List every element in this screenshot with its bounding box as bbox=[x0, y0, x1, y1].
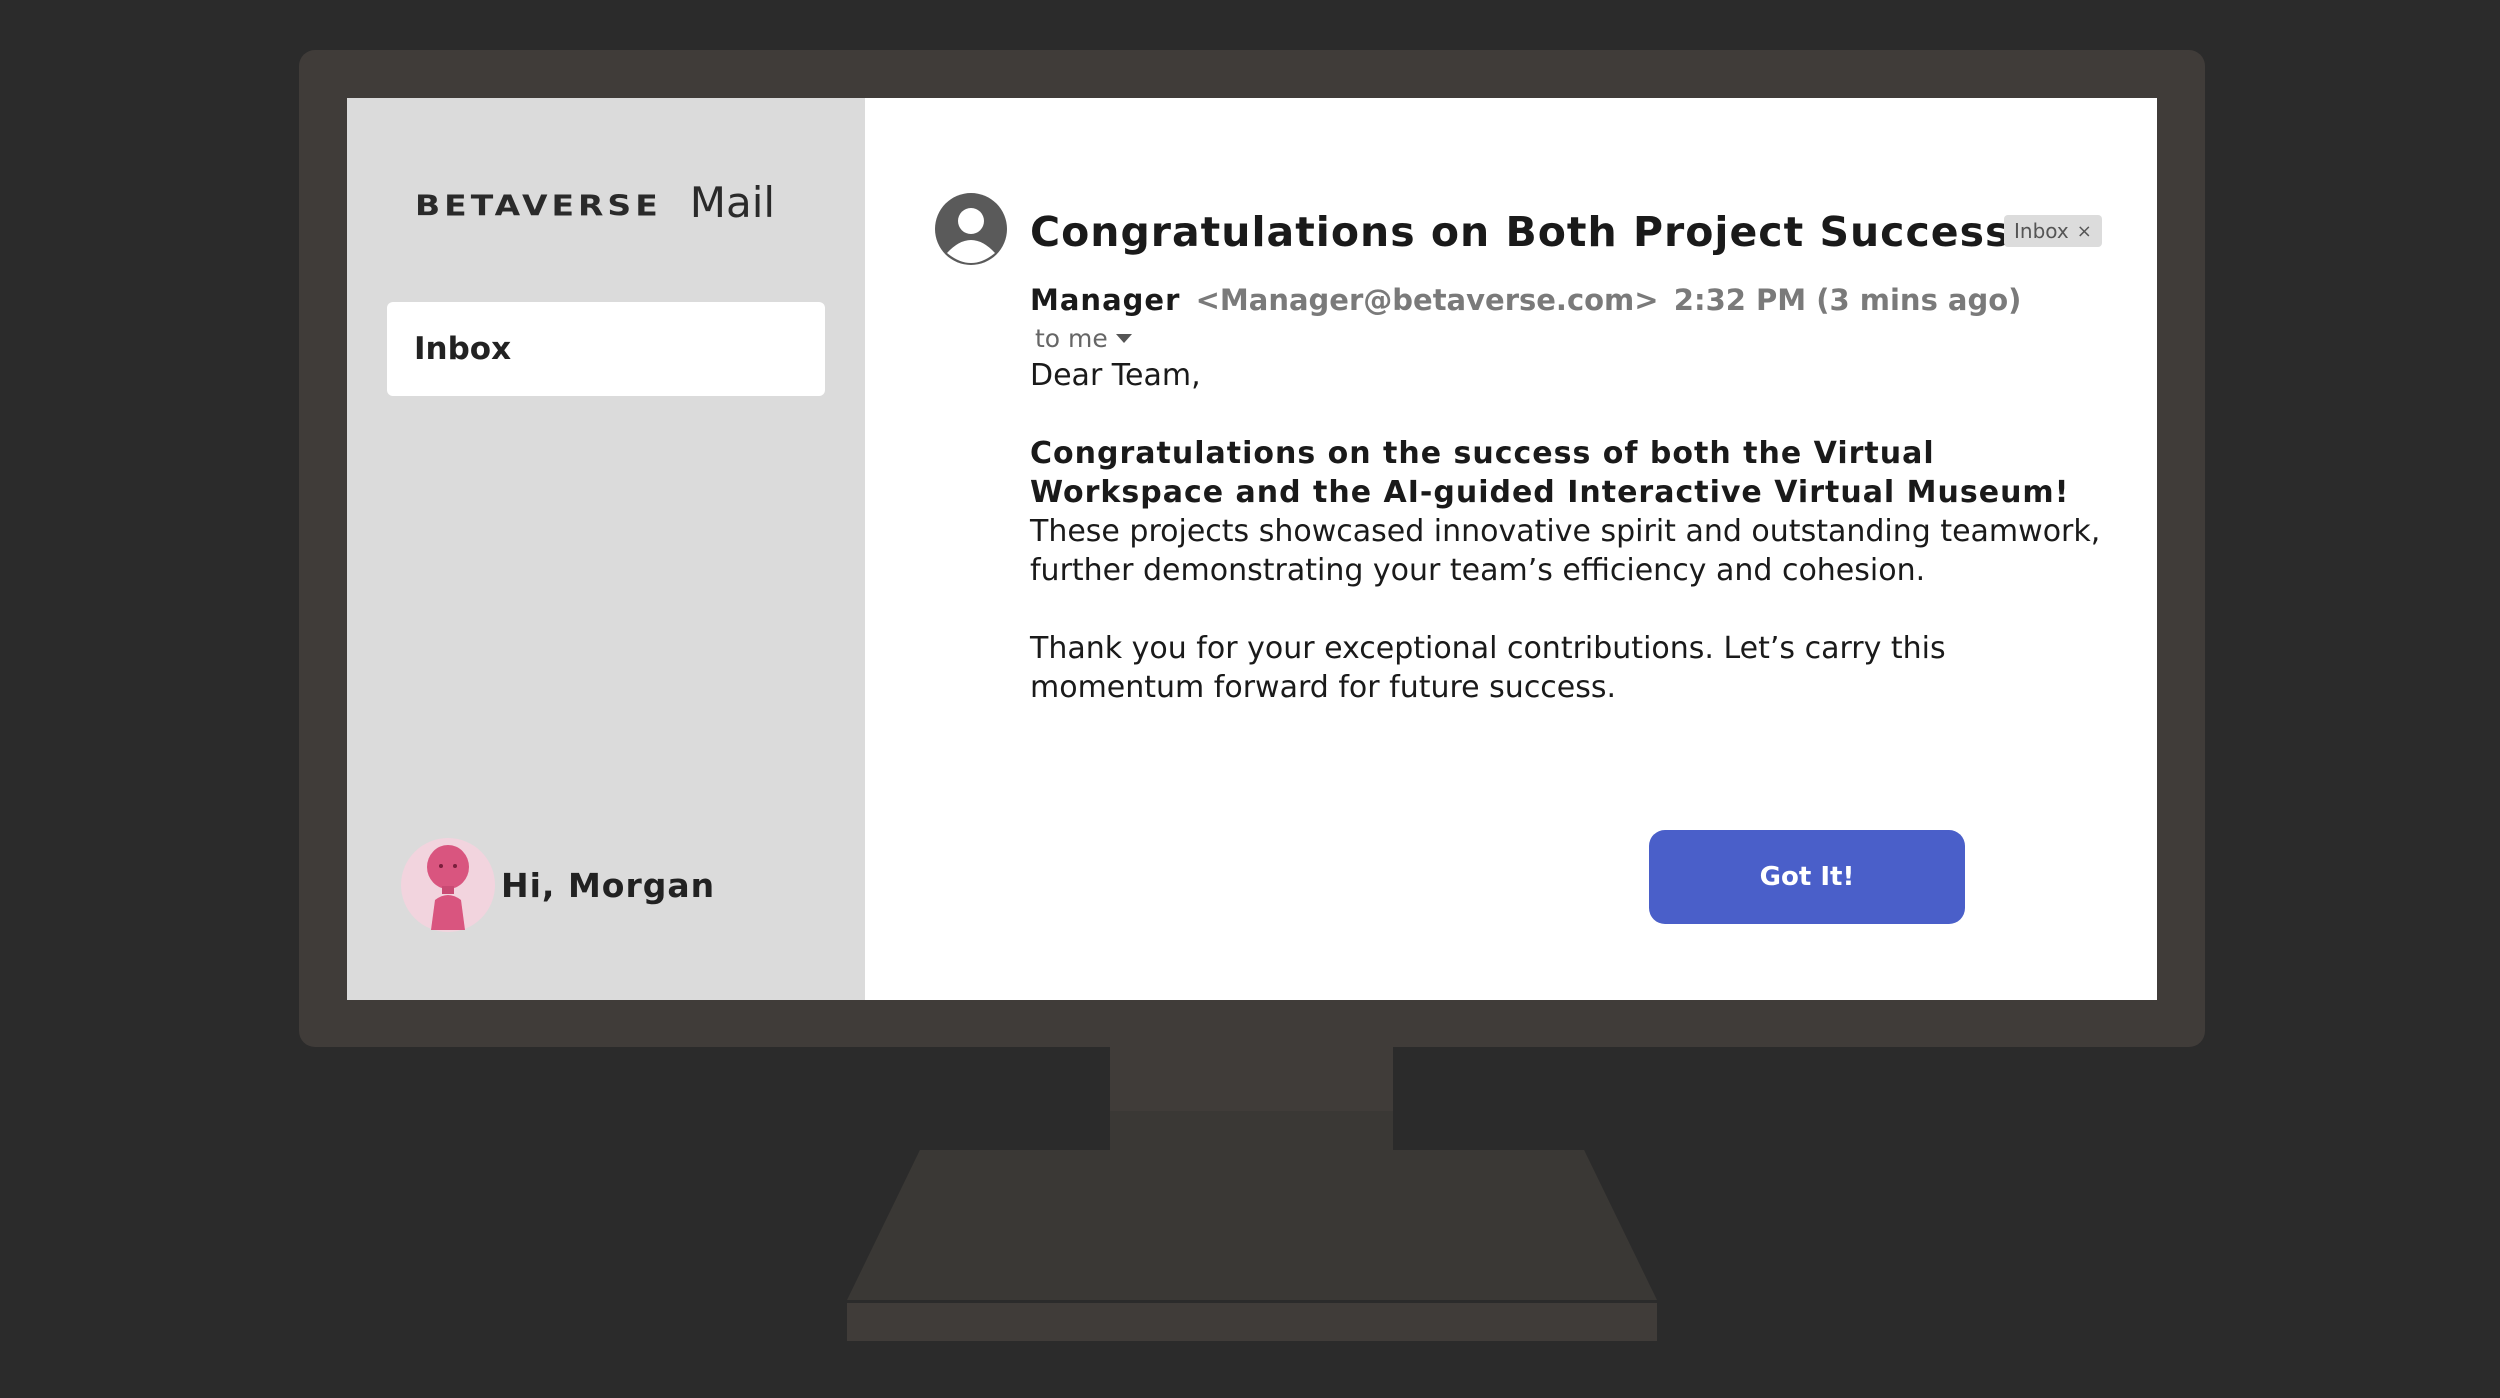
email-paragraph-1-emphasis: Congratulations on the success of both t… bbox=[1030, 436, 2070, 510]
sender-info: Manager <Manager@betaverse.com> 2:32 PM … bbox=[1030, 283, 2021, 317]
sender-name: Manager bbox=[1030, 283, 1181, 317]
label-chip-text: Inbox bbox=[2014, 219, 2069, 243]
sender-email: <Manager@betaverse.com> bbox=[1195, 283, 1659, 317]
brand-logo: BETAVERSE bbox=[415, 188, 662, 223]
brand-header: BETAVERSE Mail bbox=[415, 178, 775, 227]
email-paragraph-1-text: These projects showcased innovative spir… bbox=[1030, 514, 2101, 588]
monitor-stand-foot bbox=[847, 1303, 1657, 1341]
monitor-stand-base bbox=[847, 1150, 1657, 1300]
character-avatar-icon bbox=[427, 845, 469, 930]
got-it-button[interactable]: Got It! bbox=[1649, 830, 1965, 924]
mail-app-window: BETAVERSE Mail Inbox Hi, Morgan Congratu bbox=[347, 98, 2157, 1000]
inbox-label-chip: Inbox × bbox=[2004, 215, 2102, 247]
sender-avatar-icon bbox=[935, 193, 1007, 265]
user-greeting: Hi, Morgan bbox=[501, 865, 716, 905]
recipients-dropdown[interactable]: to me bbox=[1035, 324, 1132, 353]
sidebar: BETAVERSE Mail Inbox Hi, Morgan bbox=[347, 98, 865, 1000]
avatar bbox=[401, 838, 495, 932]
sidebar-item-label: Inbox bbox=[414, 331, 512, 367]
email-subject: Congratulations on Both Project Successe… bbox=[1030, 208, 2065, 256]
email-body: Dear Team, Congratulations on the succes… bbox=[1030, 356, 2120, 746]
email-paragraph-2: Thank you for your exceptional contribut… bbox=[1030, 631, 1946, 705]
email-greeting: Dear Team, bbox=[1030, 358, 1201, 393]
user-profile: Hi, Morgan bbox=[401, 838, 715, 932]
monitor-neck bbox=[1110, 1047, 1393, 1111]
sidebar-item-inbox[interactable]: Inbox bbox=[387, 302, 825, 396]
email-timestamp: 2:32 PM (3 mins ago) bbox=[1673, 283, 2022, 317]
recipients-label: to me bbox=[1035, 324, 1108, 353]
caret-down-icon bbox=[1115, 334, 1132, 343]
email-paragraph-1: Congratulations on the success of both t… bbox=[1030, 434, 2120, 590]
remove-label-icon[interactable]: × bbox=[2077, 221, 2092, 242]
brand-app-name: Mail bbox=[689, 178, 776, 227]
